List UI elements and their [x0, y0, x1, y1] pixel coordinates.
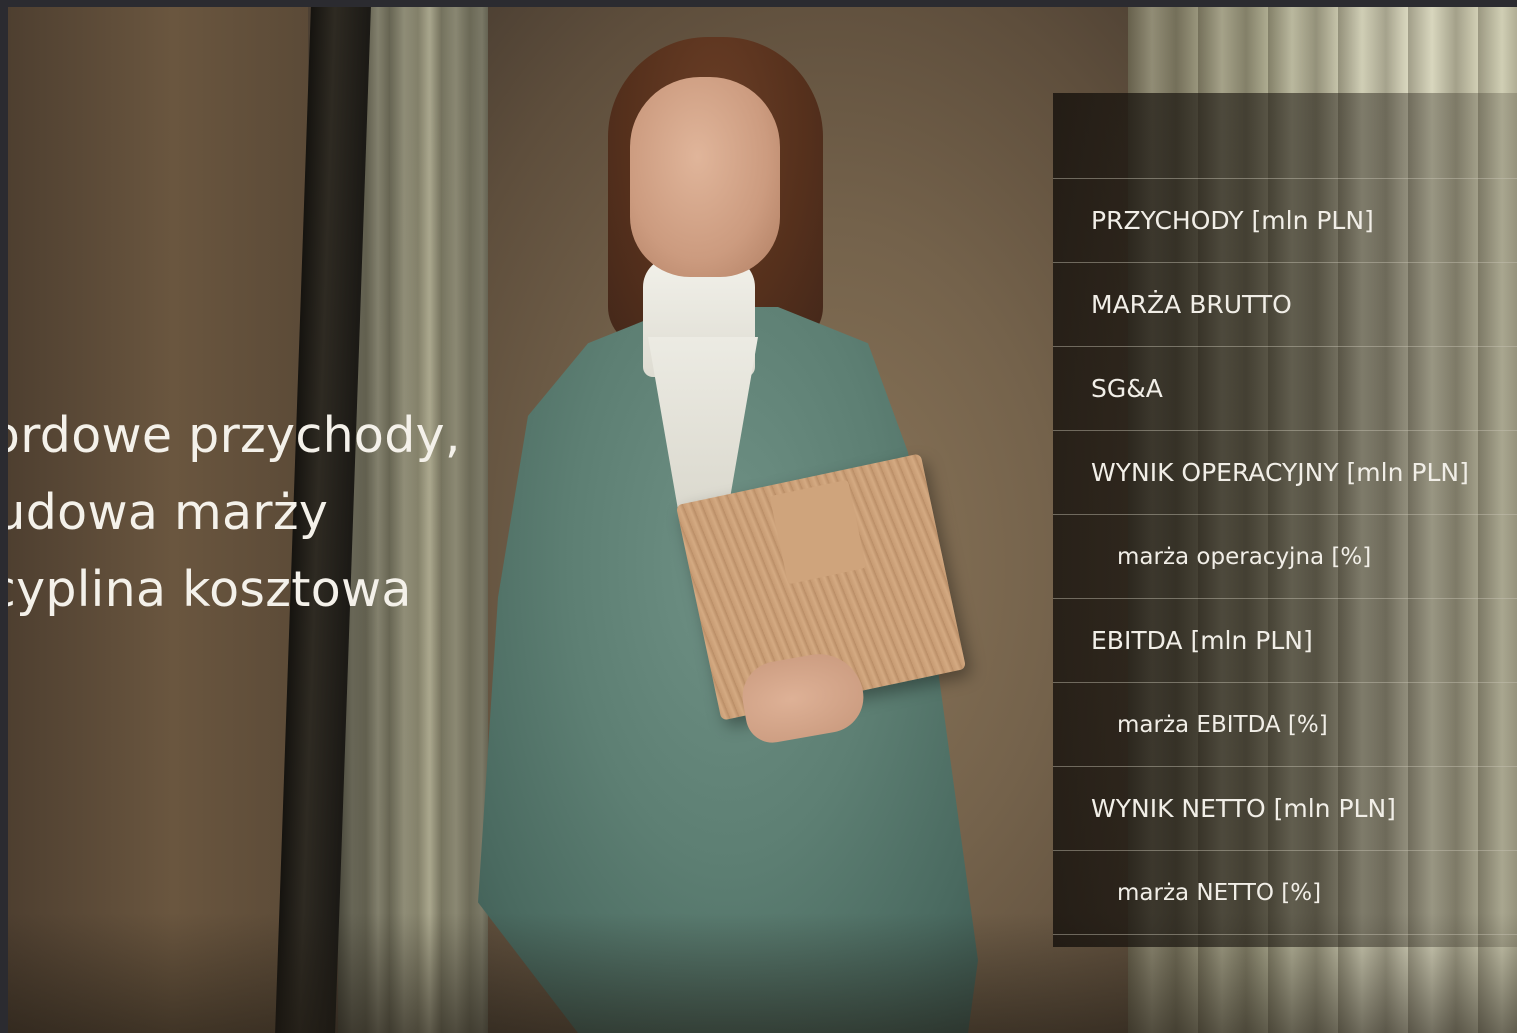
metric-label: EBITDA [mln PLN] — [1091, 626, 1313, 655]
metric-row-operating-margin: marża operacyjna [%] — [1053, 515, 1517, 599]
metric-label: WYNIK NETTO [mln PLN] — [1091, 794, 1396, 823]
metric-label: marża operacyjna [%] — [1117, 543, 1372, 570]
metric-label: SG&A — [1091, 374, 1163, 403]
headline-line-3: scyplina kosztowa — [8, 561, 412, 618]
headline-line-1: kordowe przychody, — [8, 407, 461, 464]
metric-label: PRZYCHODY [mln PLN] — [1091, 206, 1374, 235]
metric-label: marża EBITDA [%] — [1117, 711, 1328, 738]
metric-row-net-result: WYNIK NETTO [mln PLN] — [1053, 767, 1517, 851]
metric-row-sga: SG&A — [1053, 347, 1517, 431]
metric-row-revenue: PRZYCHODY [mln PLN] — [1053, 179, 1517, 263]
metric-row-operating-result: WYNIK OPERACYJNY [mln PLN] — [1053, 431, 1517, 515]
metric-row-gross-margin: MARŻA BRUTTO — [1053, 263, 1517, 347]
metrics-table: PRZYCHODY [mln PLN] MARŻA BRUTTO SG&A WY… — [1053, 93, 1517, 947]
metric-label: marża NETTO [%] — [1117, 879, 1322, 906]
metric-label: MARŻA BRUTTO — [1091, 290, 1292, 319]
headline-line-2: budowa marży — [8, 484, 329, 541]
metrics-table-header — [1053, 93, 1517, 179]
model-face — [630, 77, 780, 277]
metric-label: WYNIK OPERACYJNY [mln PLN] — [1091, 458, 1469, 487]
metric-row-ebitda: EBITDA [mln PLN] — [1053, 599, 1517, 683]
headline: kordowe przychody, budowa marży scyplina… — [8, 397, 461, 628]
slide: kordowe przychody, budowa marży scyplina… — [8, 7, 1517, 1033]
metric-row-net-margin: marża NETTO [%] — [1053, 851, 1517, 935]
metric-row-ebitda-margin: marża EBITDA [%] — [1053, 683, 1517, 767]
